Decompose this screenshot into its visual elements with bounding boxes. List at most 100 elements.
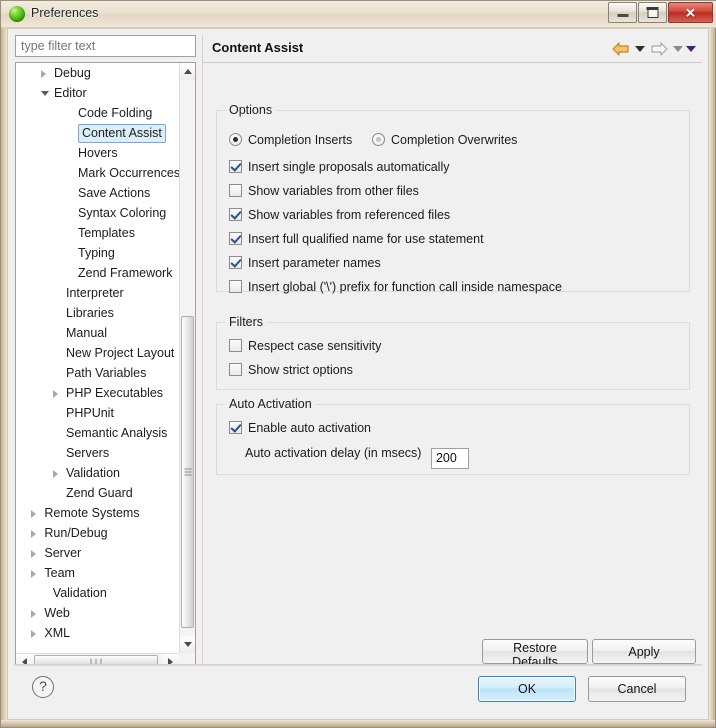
tree-item-path-variables[interactable]: Path Variables [16, 363, 179, 383]
content-pane: Content Assist Options Completion Insert… [202, 35, 702, 671]
tree-item-label: Templates [78, 226, 135, 240]
back-dropdown-icon[interactable] [635, 46, 645, 52]
tree-item-zend-framework[interactable]: Zend Framework [16, 263, 179, 283]
radio-completion-inserts[interactable]: Completion Inserts [229, 130, 352, 150]
tree-item-label: Run/Debug [44, 526, 108, 540]
tree-item-php-executables[interactable]: PHP Executables [16, 383, 179, 403]
restore-defaults-button[interactable]: Restore Defaults [482, 639, 588, 669]
scroll-up-button[interactable] [180, 63, 195, 80]
tree-expand-arrow-closed-icon[interactable] [53, 470, 58, 478]
ok-button[interactable]: OK [478, 676, 576, 702]
tree-item-label: Server [44, 546, 82, 560]
tree-item-label: Path Variables [66, 366, 147, 380]
radio-completion-inserts-label: Completion Inserts [248, 133, 353, 147]
tree-expand-arrow-closed-icon[interactable] [31, 510, 37, 518]
tree-item-server[interactable]: Server [16, 543, 179, 563]
checkbox-unchecked-icon [229, 339, 242, 352]
checkbox-respect-case-sensitivity[interactable]: Respect case sensitivity [229, 336, 381, 356]
vertical-scroll-thumb[interactable] [181, 316, 194, 628]
tree-item-mark-occurrences[interactable]: Mark Occurrences [16, 163, 179, 183]
tree-vertical-scrollbar[interactable] [179, 63, 195, 653]
tree-item-web[interactable]: Web [16, 603, 179, 623]
tree-item-team[interactable]: Team [16, 563, 179, 583]
tree-item-semantic-analysis[interactable]: Semantic Analysis [16, 423, 179, 443]
tree-item-label: Web [44, 606, 70, 620]
minimize-button[interactable] [608, 2, 637, 23]
tree-item-label: Debug [54, 66, 91, 80]
preferences-tree[interactable]: Debug Editor Code Folding Content Assist Hov… [16, 63, 179, 653]
tree-expand-arrow-closed-icon[interactable] [41, 70, 46, 78]
tree-item-zend-guard[interactable]: Zend Guard [16, 483, 179, 503]
preferences-window: Preferences ✕ Debug Editor Code Folding Con… [0, 0, 716, 728]
tree-expand-arrow-closed-icon[interactable] [31, 550, 37, 558]
auto-activation-delay-row: Auto activation delay (in msecs) [245, 443, 469, 469]
checkbox-insert-single-proposals[interactable]: Insert single proposals automatically [229, 157, 450, 177]
view-menu-icon[interactable] [686, 46, 696, 52]
tree-item-servers[interactable]: Servers [16, 443, 179, 463]
tree-item-hovers[interactable]: Hovers [16, 143, 179, 163]
filter-input[interactable] [15, 35, 196, 57]
tree-item-label: Zend Guard [66, 486, 133, 500]
tree-item-code-folding[interactable]: Code Folding [16, 103, 179, 123]
tree-item-debug[interactable]: Debug [16, 63, 179, 83]
tree-item-validation[interactable]: Validation [16, 583, 179, 603]
tree-item-syntax-coloring[interactable]: Syntax Coloring [16, 203, 179, 223]
checkbox-show-variables-other-files[interactable]: Show variables from other files [229, 181, 419, 201]
tree-item-label: Remote Systems [44, 506, 140, 520]
filters-group: Filters Respect case sensitivity Show st… [216, 315, 690, 390]
page-title: Content Assist [212, 40, 304, 55]
back-arrow-icon[interactable] [610, 39, 632, 59]
tree-expand-arrow-closed-icon[interactable] [31, 630, 37, 638]
help-icon[interactable]: ? [32, 676, 54, 698]
checkbox-show-strict-options[interactable]: Show strict options [229, 360, 353, 380]
tree-item-new-project-layout[interactable]: New Project Layout [16, 343, 179, 363]
tree-expand-arrow-open-icon[interactable] [41, 91, 49, 96]
checkbox-insert-parameter-names-label: Insert parameter names [248, 256, 381, 270]
tree-item-label: Semantic Analysis [66, 426, 168, 440]
tree-item-libraries[interactable]: Libraries [16, 303, 179, 323]
forward-dropdown-icon [673, 46, 683, 52]
checkbox-insert-global-prefix[interactable]: Insert global ('\') prefix for function … [229, 277, 562, 297]
green-sphere-icon [9, 6, 25, 22]
tree-item-xml[interactable]: XML [16, 623, 179, 643]
tree-expand-arrow-closed-icon[interactable] [31, 530, 37, 538]
close-button[interactable]: ✕ [668, 2, 713, 23]
auto-activation-delay-input[interactable] [430, 447, 469, 469]
checkbox-insert-parameter-names[interactable]: Insert parameter names [229, 253, 381, 273]
tree-item-label: Hovers [78, 146, 118, 160]
cancel-button[interactable]: Cancel [588, 676, 686, 702]
tree-item-editor[interactable]: Editor [16, 83, 179, 103]
checkbox-show-variables-referenced-files[interactable]: Show variables from referenced files [229, 205, 450, 225]
checkbox-enable-auto-activation[interactable]: Enable auto activation [229, 418, 371, 438]
tree-expand-arrow-closed-icon[interactable] [31, 610, 37, 618]
tree-item-label: Manual [66, 326, 107, 340]
tree-item-typing[interactable]: Typing [16, 243, 179, 263]
tree-expand-arrow-closed-icon[interactable] [31, 570, 37, 578]
tree-item-manual[interactable]: Manual [16, 323, 179, 343]
tree-expand-arrow-closed-icon[interactable] [53, 390, 58, 398]
checkbox-insert-full-qualified-name[interactable]: Insert full qualified name for use state… [229, 229, 484, 249]
checkbox-insert-single-proposals-label: Insert single proposals automatically [248, 160, 450, 174]
restore-button[interactable] [638, 2, 667, 23]
tree-item-content-assist[interactable]: Content Assist [16, 123, 179, 143]
tree-item-interpreter[interactable]: Interpreter [16, 283, 179, 303]
apply-button[interactable]: Apply [592, 639, 696, 664]
window-controls: ✕ [607, 2, 713, 24]
window-frame-right [709, 23, 715, 721]
tree-item-label: Servers [66, 446, 110, 460]
tree-item-remote-systems[interactable]: Remote Systems [16, 503, 179, 523]
tree-item-validation[interactable]: Validation [16, 463, 179, 483]
scroll-down-button[interactable] [180, 636, 195, 653]
tree-item-save-actions[interactable]: Save Actions [16, 183, 179, 203]
radio-completion-overwrites[interactable]: Completion Overwrites [372, 130, 517, 150]
checkbox-checked-icon [229, 160, 242, 173]
checkbox-checked-icon [229, 208, 242, 221]
tree-item-label: Code Folding [78, 106, 153, 120]
tree-item-run-debug[interactable]: Run/Debug [16, 523, 179, 543]
tree-item-phpunit[interactable]: PHPUnit [16, 403, 179, 423]
radio-off-icon [372, 133, 385, 146]
checkbox-checked-icon [229, 232, 242, 245]
auto-activation-delay-label: Auto activation delay (in msecs) [245, 446, 422, 460]
auto-activation-group-title: Auto Activation [225, 397, 316, 411]
tree-item-templates[interactable]: Templates [16, 223, 179, 243]
